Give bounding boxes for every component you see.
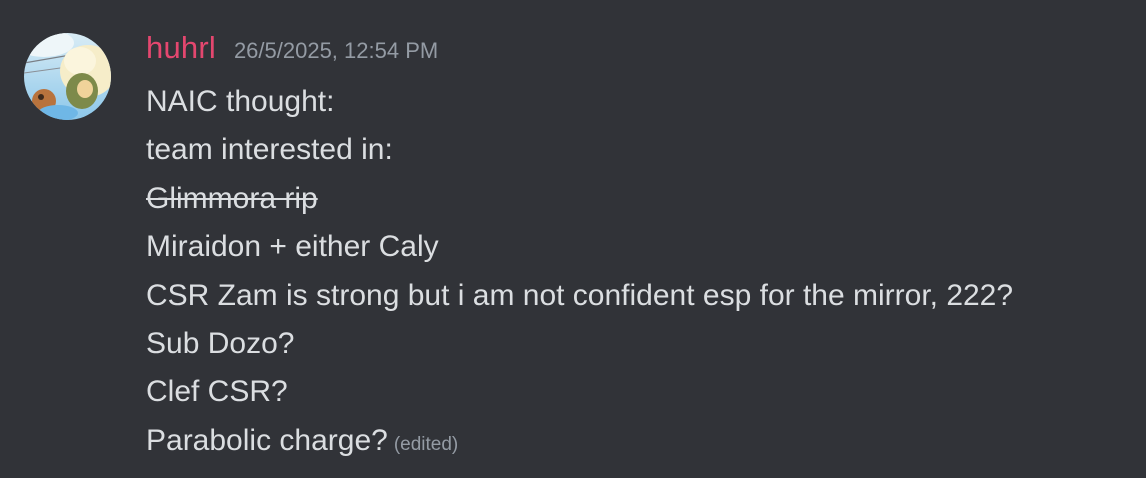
message-content: NAIC thought: team interested in: Glimmo… — [146, 78, 1136, 465]
message-line-text: Clef CSR? — [146, 375, 288, 409]
user-avatar-image — [24, 33, 111, 120]
message-line-text: team interested in: — [146, 133, 393, 167]
message-line: CSR Zam is strong but i am not confident… — [146, 272, 1136, 320]
message-line-strikethrough: Glimmora rip — [146, 175, 1136, 223]
message-line: Parabolic charge? (edited) — [146, 417, 1136, 465]
user-avatar[interactable] — [24, 33, 111, 120]
message-line-text: Sub Dozo? — [146, 326, 295, 360]
message-line: Sub Dozo? — [146, 320, 1136, 368]
chat-message: huhrl 26/5/2025, 12:54 PM NAIC thought: … — [0, 0, 1146, 478]
message-header: huhrl 26/5/2025, 12:54 PM — [146, 30, 438, 74]
edited-label: (edited) — [393, 433, 459, 455]
message-line-text: Glimmora rip — [146, 181, 318, 215]
message-line-text: Parabolic charge? — [146, 423, 388, 457]
timestamp[interactable]: 26/5/2025, 12:54 PM — [234, 38, 438, 64]
message-line: Clef CSR? — [146, 368, 1136, 416]
message-line-text: NAIC thought: — [146, 85, 335, 118]
message-line-text: Miraidon + either Caly — [146, 230, 439, 264]
message-line: NAIC thought: — [146, 78, 1136, 126]
message-line: Miraidon + either Caly — [146, 223, 1136, 271]
message-line: team interested in: — [146, 126, 1136, 174]
username[interactable]: huhrl — [146, 30, 216, 66]
message-line-text: CSR Zam is strong but i am not confident… — [146, 278, 1014, 312]
